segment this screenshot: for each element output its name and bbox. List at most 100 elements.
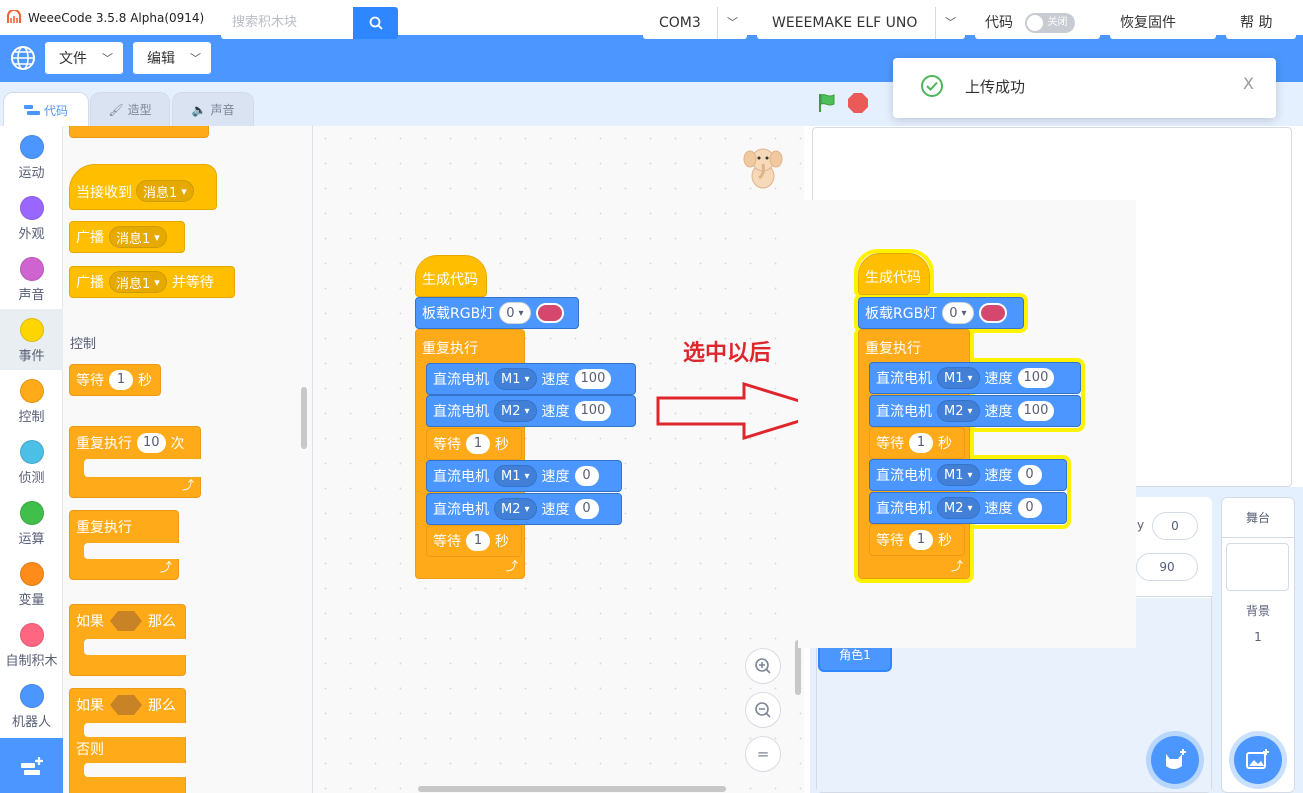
wait-seconds-input[interactable]: 1 — [909, 530, 933, 550]
selected-rgb-block[interactable]: 板载RGB灯 0 ▾ — [858, 297, 1024, 329]
speed-input[interactable]: 0 — [574, 466, 599, 486]
zoom-out-button[interactable] — [745, 692, 781, 728]
zoom-reset-button[interactable]: = — [745, 736, 781, 772]
category-motion[interactable]: 运动 — [0, 126, 63, 187]
repeat-count-input[interactable]: 10 — [137, 433, 166, 453]
selected-motor-m1-0[interactable]: 直流电机 M1 ▾ 速度 0 — [869, 459, 1067, 491]
speed-input[interactable]: 100 — [574, 401, 612, 421]
rgb-index-dropdown[interactable]: 0 ▾ — [499, 302, 531, 324]
palette-repeat-block[interactable]: 重复执行 10 次 ⤴ — [69, 426, 201, 498]
dropdown-arrow-icon: ▾ — [154, 230, 160, 244]
code-mode-switch[interactable]: 关闭 — [1025, 13, 1076, 33]
category-robot[interactable]: 机器人 — [0, 675, 63, 736]
speed-input[interactable]: 100 — [574, 369, 612, 389]
message-dropdown[interactable]: 消息1 ▾ — [136, 180, 194, 202]
script-hat-generate-code[interactable]: 生成代码 — [415, 255, 487, 297]
script-wait-block[interactable]: 等待 1 秒 — [426, 428, 522, 460]
speed-input[interactable]: 0 — [1017, 498, 1042, 518]
palette-if-else-block[interactable]: 如果 那么 否则 — [69, 688, 186, 793]
message-dropdown[interactable]: 消息1 ▾ — [109, 226, 167, 248]
rgb-color-picker[interactable] — [978, 303, 1007, 323]
motor-port-dropdown[interactable]: M1 ▾ — [494, 368, 537, 390]
selected-hat-generate-code[interactable]: 生成代码 — [858, 253, 930, 295]
selected-motor-m2-0[interactable]: 直流电机 M2 ▾ 速度 0 — [869, 492, 1067, 524]
zoom-in-button[interactable] — [745, 648, 781, 684]
motor-port-dropdown[interactable]: M1 ▾ — [937, 464, 980, 486]
block-search-input[interactable]: 搜索积木块 — [221, 7, 353, 39]
palette-if-then-block[interactable]: 如果 那么 — [69, 604, 186, 676]
equals-icon: = — [756, 745, 770, 763]
palette-broadcast-block[interactable]: 广播 消息1 ▾ — [69, 221, 185, 253]
direction-input[interactable]: 90 — [1136, 553, 1198, 581]
tab-code[interactable]: 代码 — [3, 92, 89, 127]
category-looks[interactable]: 外观 — [0, 187, 63, 248]
help-menu[interactable]: 帮 助 — [1226, 7, 1296, 39]
choose-sprite-button[interactable] — [1151, 736, 1199, 784]
wait-seconds-input[interactable]: 1 — [909, 433, 933, 453]
motor-port-dropdown[interactable]: M2 ▾ — [937, 497, 980, 519]
stop-button[interactable] — [848, 93, 868, 113]
motor-port-dropdown[interactable]: M1 ▾ — [937, 367, 980, 389]
speed-input[interactable]: 0 — [1017, 465, 1042, 485]
loop-arrow-icon: ⤴ — [950, 559, 963, 573]
block-text: 如果 — [76, 614, 104, 630]
script-motor-m1-0[interactable]: 直流电机 M1 ▾ 速度 0 — [426, 460, 622, 492]
tab-costume[interactable]: 🖌 造型 — [90, 92, 170, 126]
selected-motor-m1-100[interactable]: 直流电机 M1 ▾ 速度 100 — [869, 362, 1081, 394]
category-my-blocks[interactable]: 自制积木 — [0, 614, 63, 675]
restore-firmware-menu[interactable]: 恢复固件 — [1110, 7, 1216, 39]
add-extension-button[interactable] — [0, 738, 63, 793]
workspace-horizontal-scrollbar[interactable] — [418, 786, 726, 792]
tab-sound[interactable]: 🔈 声音 — [172, 92, 254, 126]
palette-scrollbar[interactable] — [301, 387, 307, 449]
port-select[interactable]: COM3 ﹀ — [643, 7, 747, 39]
search-button[interactable] — [353, 7, 398, 39]
block-text: 板载RGB灯 — [865, 306, 938, 322]
selected-motor-m2-100[interactable]: 直流电机 M2 ▾ 速度 100 — [869, 395, 1081, 427]
workspace-vertical-scrollbar[interactable] — [795, 640, 801, 695]
script-rgb-block[interactable]: 板载RGB灯 0 ▾ — [415, 297, 579, 329]
palette-forever-block[interactable]: 重复执行 ⤴ — [69, 510, 179, 580]
wait-seconds-input[interactable]: 1 — [109, 370, 133, 390]
selected-wait-block[interactable]: 等待 1 秒 — [869, 524, 965, 556]
category-sensing[interactable]: 侦测 — [0, 431, 63, 492]
language-globe-icon[interactable] — [9, 44, 37, 72]
wait-seconds-input[interactable]: 1 — [466, 434, 490, 454]
script-wait-block[interactable]: 等待 1 秒 — [426, 525, 522, 557]
speed-input[interactable]: 100 — [1017, 401, 1055, 421]
motor-port-dropdown[interactable]: M2 ▾ — [494, 498, 537, 520]
board-select[interactable]: WEEEMAKE ELF UNO ﹀ — [757, 7, 965, 39]
message-dropdown[interactable]: 消息1 ▾ — [109, 271, 167, 293]
green-flag-button[interactable] — [816, 92, 838, 118]
file-menu[interactable]: 文件 ﹀ — [45, 42, 123, 74]
script-motor-m2-0[interactable]: 直流电机 M2 ▾ 速度 0 — [426, 493, 622, 525]
condition-slot[interactable] — [110, 611, 142, 631]
script-motor-m2-100[interactable]: 直流电机 M2 ▾ 速度 100 — [426, 395, 636, 427]
category-operators[interactable]: 运算 — [0, 492, 63, 553]
motor-port-dropdown[interactable]: M2 ▾ — [937, 400, 980, 422]
palette-wait-block[interactable]: 等待 1 秒 — [69, 364, 161, 396]
rgb-index-dropdown[interactable]: 0 ▾ — [942, 302, 974, 324]
code-mode-toggle-button[interactable]: 代码 关闭 — [975, 7, 1100, 39]
palette-broadcast-wait-block[interactable]: 广播 消息1 ▾ 并等待 — [69, 266, 235, 298]
edit-menu[interactable]: 编辑 ﹀ — [133, 42, 211, 74]
wait-seconds-input[interactable]: 1 — [466, 531, 490, 551]
stage-thumbnail[interactable] — [1226, 543, 1289, 591]
selected-wait-block[interactable]: 等待 1 秒 — [869, 427, 965, 459]
speed-input[interactable]: 0 — [574, 499, 599, 519]
category-control[interactable]: 控制 — [0, 370, 63, 431]
script-motor-m1-100[interactable]: 直流电机 M1 ▾ 速度 100 — [426, 363, 636, 395]
category-events[interactable]: 事件 — [0, 309, 63, 370]
category-sound[interactable]: 声音 — [0, 248, 63, 309]
speed-input[interactable]: 100 — [1017, 368, 1055, 388]
toast-close-button[interactable]: X — [1243, 74, 1254, 93]
rgb-color-picker[interactable] — [535, 303, 564, 323]
motor-port-dropdown[interactable]: M1 ▾ — [494, 465, 537, 487]
y-input[interactable]: 0 — [1152, 512, 1198, 540]
condition-slot[interactable] — [110, 695, 142, 715]
motor-port-dropdown[interactable]: M2 ▾ — [494, 400, 537, 422]
choose-backdrop-button[interactable] — [1234, 736, 1282, 784]
category-variables[interactable]: 变量 — [0, 553, 63, 614]
palette-when-receive-block[interactable]: 当接收到 消息1 ▾ — [69, 164, 217, 210]
palette-block-partial[interactable] — [69, 126, 209, 138]
